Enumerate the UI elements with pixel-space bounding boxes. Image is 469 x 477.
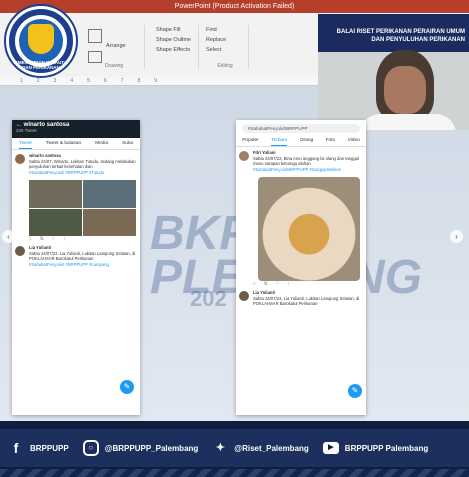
tweet-handle: Lia Yulianti <box>253 290 276 295</box>
tab-orang[interactable]: Orang <box>300 135 313 146</box>
presenter-face <box>384 66 426 114</box>
instagram-handle: @BRPPUPP_Palembang <box>104 443 199 453</box>
avatar <box>239 151 249 161</box>
profile-header: ← winarto santosa 226 Tweet <box>12 120 140 138</box>
tweet-text: Sabtu 24/07/22, Lia Yulianti, Lukitan La… <box>253 295 360 307</box>
arrange-button[interactable]: Arrange <box>106 43 126 49</box>
twitter-icon: ✦ <box>215 442 225 454</box>
replace-button[interactable]: Replace <box>206 37 226 43</box>
ribbon-group-label-drawing: Drawing <box>104 63 124 69</box>
compose-tweet-button[interactable]: ✎ <box>120 380 134 394</box>
tweet-count: 226 Tweet <box>16 128 37 133</box>
reply-icon[interactable]: ○ <box>253 281 264 286</box>
avatar <box>15 246 25 256</box>
presenter-shirt <box>360 114 456 130</box>
search-tweet-1[interactable]: Fitri Yuliani Sabtu 24/07/22, Bina Amu a… <box>236 147 366 175</box>
shape-effects-button[interactable]: Shape Effects <box>156 47 190 53</box>
logo-text: KEMENTERIAN KELAUTAN DAN PERIKANAN <box>11 60 71 70</box>
youtube-item: ▶ BRPPUPP Palembang <box>322 442 429 454</box>
find-button[interactable]: Find <box>206 27 217 33</box>
shapes-icon[interactable] <box>88 29 102 43</box>
tab-video[interactable]: Video <box>348 135 360 146</box>
tweet-hashtags[interactable]: #SahabatPenyuluhBRPPUPP #Ganguplastikan <box>253 167 341 172</box>
tab-terbaru[interactable]: Terbaru <box>271 135 288 146</box>
watermark-year: 202 <box>190 286 227 311</box>
tab-tweet[interactable]: Tweet <box>18 138 32 149</box>
profile-tabs: Tweet Tweet & balasan Media Suka <box>12 138 140 150</box>
tweet-2[interactable]: Lia Yulianti Sabtu 24/07/22, Lia Yuliant… <box>12 242 140 270</box>
facebook-icon: f <box>13 440 19 456</box>
ribbon-group-editing: Find Replace Select Editing <box>202 25 249 69</box>
quick-styles-icon[interactable] <box>88 51 102 63</box>
youtube-handle: BRPPUPP Palembang <box>344 443 429 453</box>
search-input[interactable]: #SahabatPenyuluhBRPPUPP <box>242 124 360 133</box>
tweet-text: Sabtu 24/07, Winarto, Lukitan Tutudu, se… <box>29 158 136 170</box>
kkp-logo: KEMENTERIAN KELAUTAN DAN PERIKANAN <box>4 4 78 78</box>
window-title: PowerPoint (Product Activation Failed) <box>0 0 469 13</box>
tweet-photo-grid[interactable] <box>29 180 136 236</box>
tweet-food-photo[interactable] <box>258 177 360 281</box>
retweet-icon[interactable]: ⇅ <box>264 281 276 286</box>
search-tweet-2[interactable]: Lia Yulianti Sabtu 24/07/22, Lia Yuliant… <box>236 287 366 310</box>
webcam-feed: BALAI RISET PERIKANAN PERAIRAN UMUM DAN … <box>318 14 469 130</box>
compose-tweet-button[interactable]: ✎ <box>348 384 362 398</box>
share-icon[interactable]: ↑ <box>64 236 74 241</box>
retweet-icon[interactable]: ⇅ <box>40 236 52 241</box>
tweet-1[interactable]: winarto santosa Sabtu 24/07, Winarto, Lu… <box>12 150 140 178</box>
photo-2[interactable] <box>83 180 136 208</box>
ribbon-group-arrange: Arrange Drawing <box>84 25 145 69</box>
tweet-hashtags[interactable]: #SahabatPenyuluh #BRPPUPP #Lampung <box>29 262 109 267</box>
select-button[interactable]: Select <box>206 47 221 53</box>
reply-icon[interactable]: ○ <box>29 236 40 241</box>
photo-4[interactable] <box>83 208 136 236</box>
like-icon[interactable]: ♡ <box>276 281 288 286</box>
right-phone-screenshot: #SahabatPenyuluhBRPPUPP Populer Terbaru … <box>236 120 366 415</box>
instagram-item: ○ @BRPPUPP_Palembang <box>82 440 199 456</box>
ribbon-group-label-editing: Editing <box>217 63 233 69</box>
tab-media[interactable]: Media <box>95 138 108 149</box>
photo-3[interactable] <box>29 208 82 236</box>
instagram-icon: ○ <box>82 440 99 456</box>
shape-fill-button[interactable]: Shape Fill <box>156 27 180 33</box>
like-icon[interactable]: ♡ <box>52 236 64 241</box>
next-slide-arrow-icon[interactable]: › <box>450 230 463 243</box>
left-phone-screenshot: ← winarto santosa 226 Tweet Tweet Tweet … <box>12 120 140 415</box>
webcam-banner-text: BALAI RISET PERIKANAN PERAIRAN UMUM DAN … <box>336 29 465 43</box>
youtube-icon: ▶ <box>322 442 339 454</box>
avatar <box>15 154 25 164</box>
tweet-handle: Fitri Yuliani <box>253 150 276 155</box>
tab-foto[interactable]: Foto <box>326 135 336 146</box>
social-footer: f BRPPUPP ○ @BRPPUPP_Palembang ✦ @Riset_… <box>0 421 469 477</box>
social-bar: f BRPPUPP ○ @BRPPUPP_Palembang ✦ @Riset_… <box>0 429 469 467</box>
previous-slide-arrow-icon[interactable]: ‹ <box>2 230 15 243</box>
ribbon-group-shape: Shape Fill Shape Outline Shape Effects <box>148 25 199 69</box>
footer-stripe <box>0 469 469 477</box>
share-icon[interactable]: ↑ <box>288 281 298 286</box>
facebook-item: f BRPPUPP <box>8 440 69 456</box>
avatar <box>239 291 249 301</box>
tab-populer[interactable]: Populer <box>242 135 259 146</box>
facebook-handle: BRPPUPP <box>30 443 69 453</box>
photo-1[interactable] <box>29 180 82 208</box>
tweet-text: Sabtu 24/07/22, Lia Yulianti, Lukitan La… <box>29 250 136 262</box>
twitter-item: ✦ @Riset_Palembang <box>212 440 309 456</box>
twitter-handle: @Riset_Palembang <box>234 443 309 453</box>
tweet-text: Sabtu 24/07/22, Bina Amu anggang lai ola… <box>253 155 359 167</box>
tab-tweet-balasan[interactable]: Tweet & balasan <box>46 138 81 149</box>
tab-suka[interactable]: Suka <box>122 138 133 149</box>
search-tabs: Populer Terbaru Orang Foto Video <box>236 135 366 147</box>
tweet-handle: winarto santosa <box>29 153 61 158</box>
shape-outline-button[interactable]: Shape Outline <box>156 37 191 43</box>
tweet-handle: Lia Yulianti <box>29 245 52 250</box>
tweet-hashtags[interactable]: #SahabatPenyuluh #BRPPUPP #Tutudu <box>29 170 104 175</box>
